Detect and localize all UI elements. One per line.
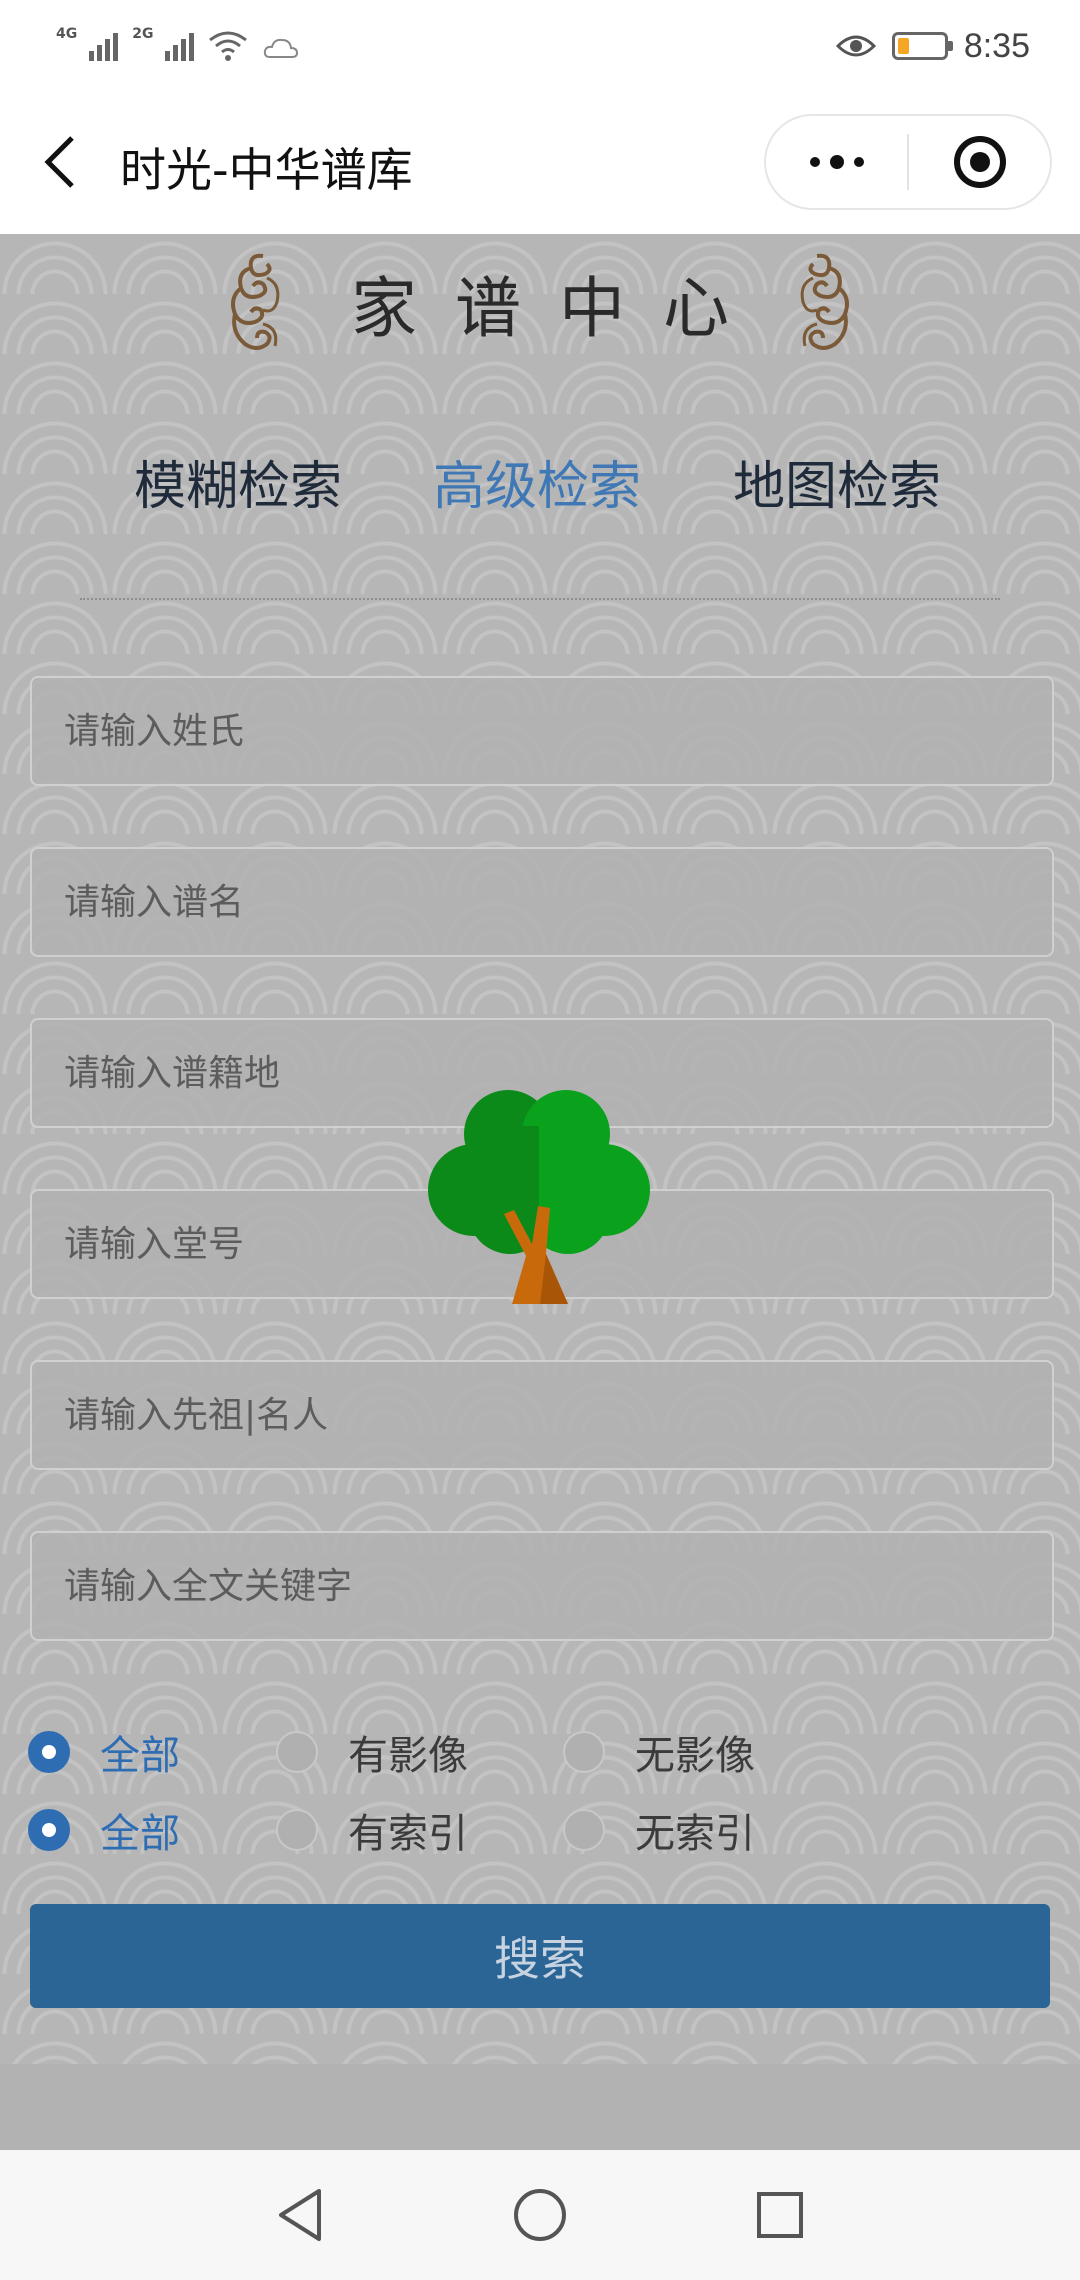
radio-label: 无影像 bbox=[635, 1733, 755, 1779]
radio-image-all[interactable]: 全部 bbox=[28, 1722, 180, 1782]
search-tabs: 模糊检索 高级检索 地图检索 bbox=[0, 444, 1080, 534]
tab-fuzzy-search[interactable]: 模糊检索 bbox=[134, 444, 342, 519]
radio-circle bbox=[563, 1809, 605, 1851]
tab-map-search[interactable]: 地图检索 bbox=[733, 444, 941, 519]
status-bar: 4G 2G 8:35 bbox=[0, 0, 1080, 92]
radio-label: 无索引 bbox=[635, 1811, 755, 1857]
radio-has-index[interactable]: 有索引 bbox=[276, 1800, 468, 1860]
genealogy-name-field-wrap bbox=[30, 847, 1054, 957]
status-left: 4G 2G bbox=[56, 22, 300, 70]
tab-advanced-search[interactable]: 高级检索 bbox=[433, 444, 641, 519]
back-button[interactable] bbox=[30, 127, 90, 197]
more-dots-icon bbox=[809, 155, 864, 169]
search-button[interactable]: 搜索 bbox=[30, 1904, 1050, 2008]
system-nav-bar bbox=[0, 2150, 1080, 2280]
page-heading: 家谱中心 bbox=[0, 248, 1080, 358]
radio-circle bbox=[28, 1809, 70, 1851]
battery-icon bbox=[891, 32, 953, 60]
radio-no-image[interactable]: 无影像 bbox=[563, 1722, 755, 1782]
radio-label: 全部 bbox=[100, 1811, 180, 1857]
fulltext-field-wrap bbox=[30, 1531, 1054, 1641]
home-circle-icon bbox=[514, 2189, 566, 2241]
target-close-icon bbox=[953, 136, 1006, 188]
ancestor-input[interactable] bbox=[32, 1362, 1052, 1468]
radio-circle bbox=[28, 1731, 70, 1773]
status-right: 8:35 bbox=[835, 22, 1030, 70]
index-filter-group: 全部 有索引 无索引 bbox=[0, 1800, 1080, 1860]
system-recent-button[interactable] bbox=[748, 2183, 812, 2247]
fulltext-keyword-input[interactable] bbox=[32, 1533, 1052, 1639]
mini-program-capsule bbox=[764, 114, 1052, 210]
heading-title: 家谱中心 bbox=[351, 270, 767, 347]
surname-field-wrap bbox=[30, 676, 1054, 786]
content-footer-area bbox=[0, 2064, 1080, 2150]
image-filter-group: 全部 有影像 无影像 bbox=[0, 1722, 1080, 1782]
system-back-button[interactable] bbox=[268, 2183, 332, 2247]
radio-label: 有影像 bbox=[348, 1733, 468, 1779]
radio-circle bbox=[276, 1731, 318, 1773]
chevron-left-icon bbox=[44, 136, 74, 188]
main-content: 家谱中心 模糊检索 高级检索 地图检索 请输入姓氏 请输入谱名 请输入谱籍地 请… bbox=[0, 234, 1080, 2150]
more-button[interactable] bbox=[766, 116, 907, 208]
close-button[interactable] bbox=[909, 116, 1050, 208]
network-type-2: 2G bbox=[132, 26, 154, 42]
battery-level bbox=[897, 38, 909, 54]
recent-square-icon bbox=[757, 2192, 803, 2238]
radio-label: 全部 bbox=[100, 1733, 180, 1779]
radio-label: 有索引 bbox=[348, 1811, 468, 1857]
page-title: 时光-中华谱库 bbox=[120, 143, 413, 197]
nav-bar: 时光-中华谱库 bbox=[0, 92, 1080, 234]
radio-index-all[interactable]: 全部 bbox=[28, 1800, 180, 1860]
radio-circle bbox=[276, 1809, 318, 1851]
cloud-ornament-icon bbox=[231, 253, 280, 350]
status-time: 8:35 bbox=[963, 26, 1030, 65]
genealogy-name-input[interactable] bbox=[32, 849, 1052, 955]
cloud-ornament-icon bbox=[800, 253, 849, 350]
signal-icon bbox=[165, 31, 195, 61]
wifi-icon bbox=[209, 31, 248, 61]
system-home-button[interactable] bbox=[508, 2183, 572, 2247]
tree-icon bbox=[428, 1090, 650, 1304]
back-triangle-icon bbox=[279, 2189, 321, 2241]
radio-no-index[interactable]: 无索引 bbox=[563, 1800, 755, 1860]
radio-has-image[interactable]: 有影像 bbox=[276, 1722, 468, 1782]
signal-icon bbox=[89, 31, 119, 61]
network-type-1: 4G bbox=[56, 26, 78, 42]
eye-icon bbox=[835, 35, 876, 57]
divider bbox=[80, 598, 1000, 600]
weather-icon bbox=[264, 38, 299, 58]
surname-input[interactable] bbox=[32, 678, 1052, 784]
radio-circle bbox=[563, 1731, 605, 1773]
ancestor-field-wrap bbox=[30, 1360, 1054, 1470]
